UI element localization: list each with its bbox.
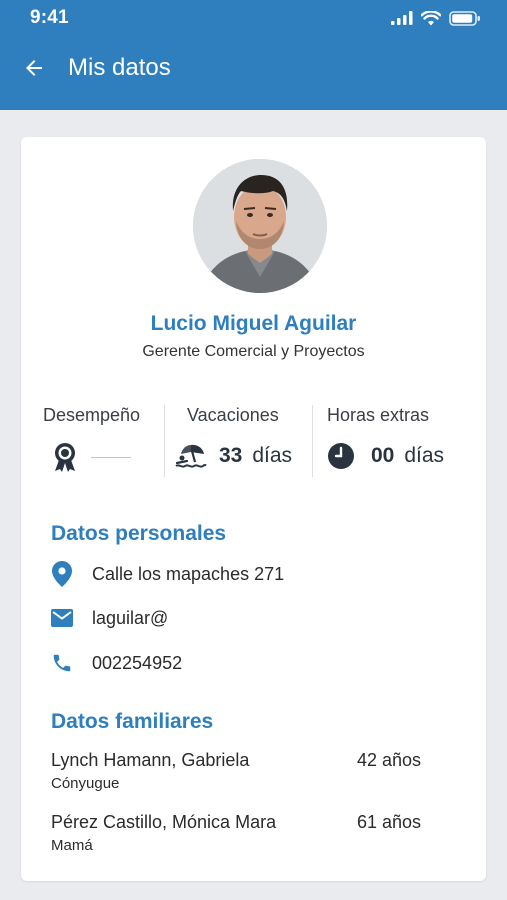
personal-section-title: Datos personales <box>51 522 227 545</box>
signal-icon <box>391 11 413 25</box>
family-member-age: 61 años <box>357 812 422 832</box>
mail-icon <box>51 606 73 630</box>
overtime-days-number: 00 <box>371 444 395 467</box>
wifi-icon <box>421 10 441 26</box>
family-member-row: Lynch Hamann, Gabriela Cónyugue 42 años <box>51 750 456 792</box>
stat-performance-value <box>53 442 131 472</box>
medal-icon <box>55 443 75 472</box>
page-title: Mis datos <box>68 54 171 81</box>
stats-row: Desempeño Vacaciones 33 días Horas extra… <box>21 405 486 477</box>
address-text: Calle los mapaches 271 <box>92 563 285 584</box>
stat-performance: Desempeño <box>43 405 169 477</box>
back-arrow-icon <box>26 60 42 76</box>
family-member-relation: Cónyugue <box>51 775 120 792</box>
stat-overtime: Horas extras 00 días <box>327 405 477 477</box>
stat-vacation-value: 33 días <box>175 442 292 470</box>
app-bar: Mis datos <box>0 36 507 100</box>
profile-card: Lucio Miguel Aguilar Gerente Comercial y… <box>21 137 486 881</box>
phone-icon <box>51 651 73 675</box>
family-member-row: Pérez Castillo, Mónica Mara Mamá 61 años <box>51 812 456 854</box>
profile-role: Gerente Comercial y Proyectos <box>142 343 365 360</box>
location-pin-icon <box>51 561 73 587</box>
avatar <box>193 159 327 293</box>
clock-icon <box>328 443 354 469</box>
address-row: Calle los mapaches 271 <box>51 561 285 587</box>
stat-divider <box>312 405 313 477</box>
beach-icon <box>175 444 207 468</box>
status-bar: 9:41 <box>0 0 507 36</box>
header: 9:41 Mis datos <box>0 0 507 110</box>
email-text: laguilar@ <box>92 607 169 628</box>
phone-row[interactable]: 002254952 <box>51 651 182 675</box>
overtime-days-unit: días <box>404 444 445 467</box>
vacation-days-unit: días <box>252 444 293 467</box>
vacation-days-number: 33 <box>219 444 243 467</box>
performance-empty-indicator <box>91 456 131 458</box>
family-section-title: Datos familiares <box>51 710 214 733</box>
email-row[interactable]: laguilar@ <box>51 606 168 630</box>
stat-vacation-label: Vacaciones <box>187 405 279 425</box>
family-member-age: 42 años <box>357 750 422 770</box>
back-button[interactable] <box>16 50 52 86</box>
status-time: 9:41 <box>30 7 69 28</box>
family-member-relation: Mamá <box>51 837 93 854</box>
profile-name: Lucio Miguel Aguilar <box>150 312 357 335</box>
stat-overtime-label: Horas extras <box>327 405 430 425</box>
stat-vacation: Vacaciones 33 días <box>175 405 317 477</box>
app-screen: 9:41 Mis datos Lucio Miguel Aguilar Gere… <box>0 0 507 900</box>
stat-divider <box>164 405 165 477</box>
stat-overtime-value: 00 días <box>327 442 444 470</box>
phone-text: 002254952 <box>92 652 183 673</box>
status-icons <box>391 10 481 26</box>
battery-icon <box>449 10 481 26</box>
stat-performance-label: Desempeño <box>43 405 141 425</box>
